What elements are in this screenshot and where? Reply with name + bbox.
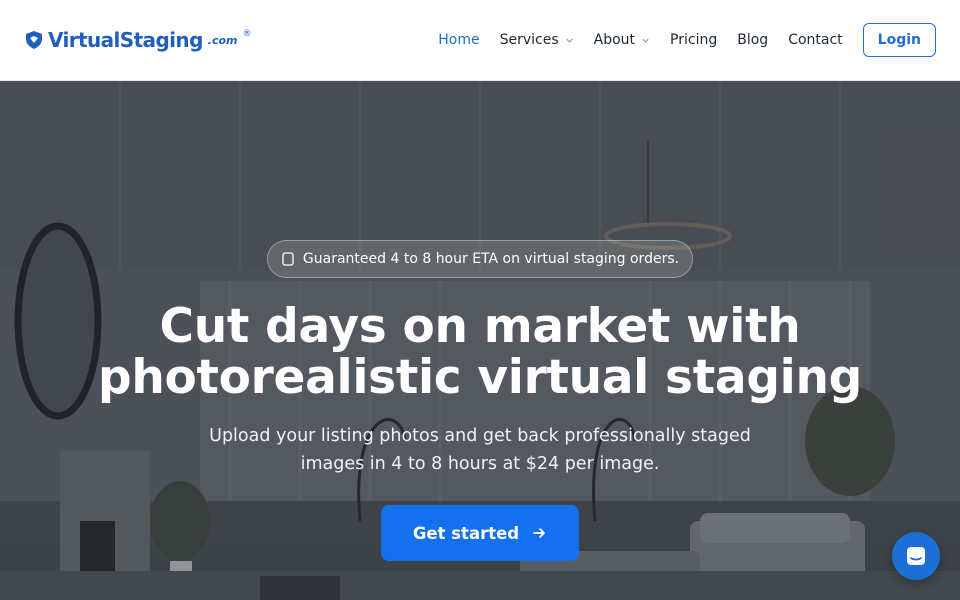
hero-subheadline: Upload your listing photos and get back … [209,426,751,474]
get-started-label: Get started [412,523,520,543]
eta-badge-text: Guaranteed 4 to 8 hour ETA on virtual st… [302,251,680,267]
chat-launcher-button[interactable] [892,532,940,580]
hero-headline-line-2: photorealistic virtual staging [98,350,862,405]
nav-services[interactable]: Services [500,32,574,48]
nav-home-label: Home [438,32,480,48]
nav-about[interactable]: About [594,32,650,48]
login-button[interactable]: Login [862,23,936,57]
nav-services-label: Services [499,32,559,48]
logo[interactable]: VirtualStaging .com ® [24,28,252,52]
chevron-down-icon [642,38,649,43]
get-started-button[interactable]: Get started [381,505,579,561]
chat-icon [907,547,925,565]
logo-mark-icon [26,31,42,49]
nav-contact[interactable]: Contact [788,32,842,48]
nav-home[interactable]: Home [438,32,479,48]
nav-blog[interactable]: Blog [737,32,768,48]
eta-badge: Guaranteed 4 to 8 hour ETA on virtual st… [267,240,693,278]
chevron-down-icon [566,38,573,43]
arrow-right-icon [533,528,545,538]
hero-headline: Cut days on market with photorealistic v… [60,301,900,403]
nav-about-label: About [593,32,636,48]
site-header: VirtualStaging .com ® Home Services Abou… [0,0,960,81]
nav-pricing[interactable]: Pricing [670,32,717,48]
logo-suffix: .com [207,33,238,47]
main-nav: Home Services About Pricing Blog Contact… [438,23,936,57]
clock-icon [282,252,294,266]
hero-section: Guaranteed 4 to 8 hour ETA on virtual st… [0,81,960,600]
nav-pricing-label: Pricing [670,32,718,48]
nav-contact-label: Contact [788,32,843,48]
logo-registered-mark: ® [242,29,252,39]
logo-text: VirtualStaging [48,28,203,52]
hero-headline-line-1: Cut days on market with [159,299,801,354]
nav-blog-label: Blog [737,32,769,48]
